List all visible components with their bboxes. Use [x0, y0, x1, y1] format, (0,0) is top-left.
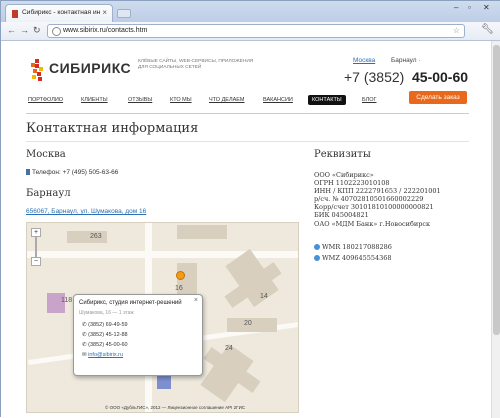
map-label: 118 — [61, 297, 73, 304]
requisites-block: ООО «Сибирикс» ОГРН 1102223010108 ИНН / … — [314, 171, 441, 228]
requisite-line: ОАО «МДМ Банк» г.Новосибирск — [314, 219, 431, 228]
maximize-icon[interactable]: ▫ — [468, 3, 471, 12]
url-text: www.sibirix.ru/contacts.htm — [63, 27, 148, 34]
barnaul-heading: Барнаул — [26, 188, 71, 199]
divider — [26, 141, 469, 142]
zoom-out-button[interactable]: − — [31, 257, 41, 266]
menu-item-vacancies[interactable]: ВАКАНСИИ — [263, 97, 293, 103]
map-footer: © ООО «ДубльГИС», 2012 — Лицензионное со… — [105, 405, 246, 410]
close-window-icon[interactable]: ✕ — [483, 3, 490, 12]
scrollbar[interactable] — [491, 41, 500, 418]
order-button[interactable]: Сделать заказ — [409, 91, 467, 104]
wmr-line: WMR 180217088286 — [314, 243, 392, 251]
requisite-line: р/сч. № 40702810501660002229 — [314, 195, 424, 204]
map-label: 24 — [225, 345, 233, 352]
barnaul-address-link[interactable]: 656067, Барнаул, ул. Шумакова, дом 16 — [26, 208, 146, 215]
balloon-email: ✉ info@sibirix.ru — [82, 352, 123, 358]
wmz-line: WMZ 409645554368 — [314, 254, 392, 262]
scrollbar-thumb[interactable] — [493, 45, 500, 335]
city-link-moscow[interactable]: Москва — [353, 57, 375, 64]
logo-icon — [31, 59, 43, 81]
moscow-phone-text: Телефон: +7 (495) 505-63-66 — [32, 169, 119, 176]
browser-toolbar: ← → ↻ www.sibirix.ru/contacts.htm ☆ 🔧︎ — [1, 22, 500, 41]
page-title: Контактная информация — [26, 121, 199, 136]
zoom-in-button[interactable]: + — [31, 228, 41, 237]
balloon-phone-text: (3852) 45-12-88 — [88, 332, 128, 338]
menu-item-clients[interactable]: КЛИЕНТЫ — [81, 97, 108, 103]
map-balloon: × Сибирикс, студия интернет-решений Шума… — [73, 294, 203, 376]
moscow-phone: Телефон: +7 (495) 505-63-66 — [26, 169, 118, 176]
balloon-phone: ✆ (3852) 45-12-88 — [82, 332, 128, 338]
requisite-line: ОГРН 1102223010108 — [314, 179, 390, 188]
moscow-heading: Москва — [26, 149, 66, 160]
page-info-icon — [52, 27, 61, 36]
requisite-line: ИНН / КПП 2222791653 / 222201001 — [314, 187, 441, 196]
browser-tab[interactable]: Сибирикс - контактная ин × — [5, 4, 113, 22]
favicon-icon — [12, 10, 18, 18]
zoom-control: + − — [31, 228, 41, 266]
tab-bar: Сибирикс - контактная ин × – ▫ ✕ — [1, 1, 500, 22]
balloon-phone-text: (3852) 69-49-59 — [88, 322, 128, 328]
menu-item-contacts[interactable]: КОНТАКТЫ — [308, 95, 346, 105]
map-building — [177, 225, 227, 239]
balloon-subtitle: Шумакова, 16 — 1 этаж — [79, 310, 134, 316]
map-label: 16 — [175, 285, 183, 292]
back-icon[interactable]: ← — [7, 25, 16, 35]
wmr-text: WMR 180217088286 — [322, 243, 392, 251]
map[interactable]: 263 118 14 20 24 16 + − × Сибирикс, студ… — [26, 222, 299, 413]
close-tab-icon[interactable]: × — [102, 8, 107, 17]
phone-prefix: +7 (3852) — [344, 69, 405, 85]
map-road — [27, 251, 298, 258]
menu-item-blog[interactable]: БЛОГ — [362, 97, 376, 103]
webmoney-icon — [314, 255, 320, 261]
map-building — [227, 318, 277, 332]
map-marker-icon[interactable] — [176, 271, 185, 280]
balloon-title: Сибирикс, студия интернет-решений — [79, 300, 182, 306]
menu-item-about[interactable]: КТО МЫ — [170, 97, 192, 103]
web-page: СИБИРИКС КЛЁВЫЕ САЙТЫ, WEB-СЕРВИСЫ, ПРИЛ… — [1, 41, 500, 418]
tagline: КЛЁВЫЕ САЙТЫ, WEB-СЕРВИСЫ, ПРИЛОЖЕНИЯ ДЛ… — [138, 59, 254, 70]
divider — [26, 113, 469, 114]
logo-text[interactable]: СИБИРИКС — [49, 60, 131, 76]
phone-icon — [26, 169, 30, 176]
bookmark-star-icon[interactable]: ☆ — [453, 26, 460, 35]
requisite-line: ООО «Сибирикс» — [314, 171, 374, 179]
menu-item-services[interactable]: ЧТО ДЕЛАЕМ — [209, 97, 245, 103]
phone-number: 45-00-60 — [412, 69, 469, 85]
menu-item-portfolio[interactable]: ПОРТФОЛИО — [28, 97, 63, 103]
balloon-email-link[interactable]: info@sibirix.ru — [88, 352, 123, 358]
balloon-phone: ✆ (3852) 69-49-59 — [82, 322, 128, 328]
browser-window: Сибирикс - контактная ин × – ▫ ✕ ← → ↻ w… — [0, 0, 500, 418]
forward-icon[interactable]: → — [20, 25, 29, 35]
map-label: 20 — [244, 320, 252, 327]
close-balloon-icon[interactable]: × — [194, 297, 198, 304]
requisite-line: Корр/счет 30101810100000000821 — [314, 203, 434, 212]
city-current: Барнаул · — [391, 57, 421, 64]
requisites-heading: Реквизиты — [314, 149, 371, 160]
wrench-icon[interactable]: 🔧︎ — [481, 24, 494, 35]
requisite-line: БИК 045004821 — [314, 211, 369, 220]
new-tab-button[interactable] — [117, 9, 131, 18]
map-label: 263 — [90, 233, 102, 240]
balloon-phone-text: (3852) 45-00-60 — [88, 342, 128, 348]
wmz-text: WMZ 409645554368 — [322, 254, 392, 262]
webmoney-icon — [314, 244, 320, 250]
balloon-phone: ✆ (3852) 45-00-60 — [82, 342, 128, 348]
reload-icon[interactable]: ↻ — [33, 25, 41, 36]
address-bar[interactable]: www.sibirix.ru/contacts.htm ☆ — [47, 24, 465, 38]
tab-title: Сибирикс - контактная ин — [22, 9, 100, 16]
map-label: 14 — [260, 293, 268, 300]
menu-item-reviews[interactable]: ОТЗЫВЫ — [128, 97, 152, 103]
minimize-icon[interactable]: – — [454, 3, 458, 12]
zoom-slider[interactable] — [35, 237, 37, 257]
